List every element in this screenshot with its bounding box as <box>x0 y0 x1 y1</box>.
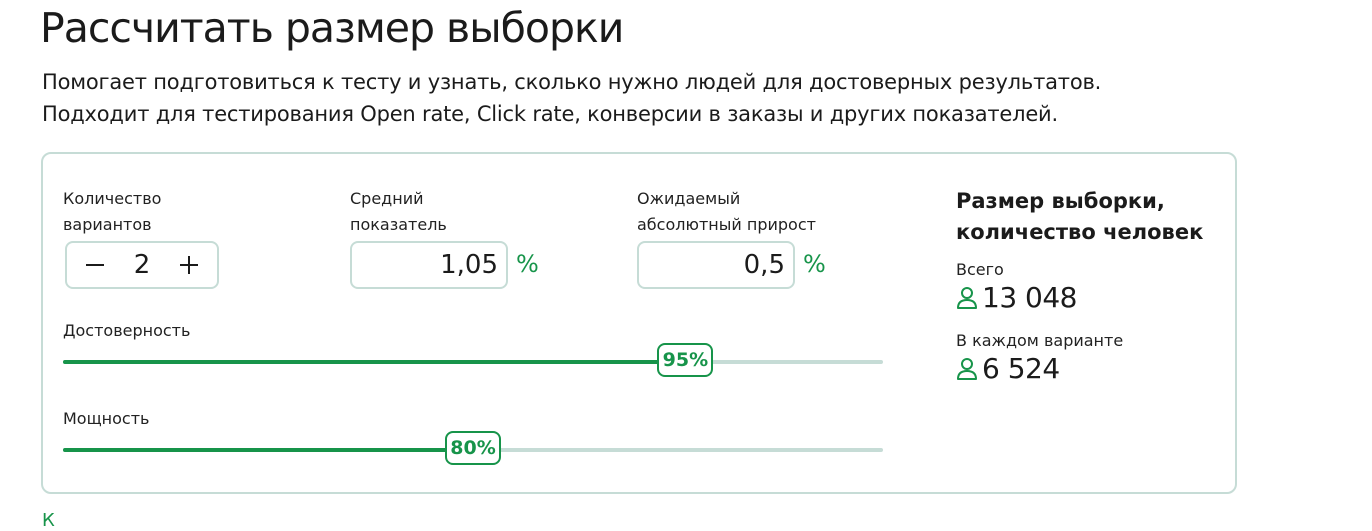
power-label: Мощность <box>63 409 150 428</box>
confidence-slider-track[interactable]: 95% <box>63 343 883 377</box>
power-slider-fill <box>63 448 473 452</box>
result-title-line-1: Размер выборки, <box>956 189 1165 213</box>
baseline-input[interactable] <box>350 241 508 289</box>
variants-label: Количество вариантов <box>63 186 161 238</box>
per-variant-value: 6 524 <box>956 352 1060 385</box>
total-value: 13 048 <box>956 281 1077 314</box>
person-icon <box>957 357 977 380</box>
uplift-label-line-2: абсолютный прирост <box>637 215 816 234</box>
description-line-1: Помогает подготовиться к тесту и узнать,… <box>42 70 1102 94</box>
variants-count: 2 <box>133 250 151 280</box>
total-number: 13 048 <box>982 281 1077 314</box>
confidence-slider-thumb[interactable]: 95% <box>657 343 714 377</box>
person-icon <box>957 286 977 309</box>
confidence-label: Достоверность <box>63 321 191 340</box>
uplift-label: Ожидаемый абсолютный прирост <box>637 186 816 238</box>
plus-icon <box>180 256 198 274</box>
per-variant-number: 6 524 <box>982 352 1060 385</box>
confidence-slider-fill <box>63 360 686 364</box>
uplift-unit: % <box>803 250 826 278</box>
increment-button[interactable] <box>167 243 211 287</box>
power-slider-track[interactable]: 80% <box>63 431 883 465</box>
result-title-line-2: количество человек <box>956 220 1204 244</box>
baseline-label-line-1: Средний <box>350 189 424 208</box>
variants-stepper: 2 <box>65 241 219 289</box>
baseline-label: Средний показатель <box>350 186 447 238</box>
total-label: Всего <box>956 260 1004 279</box>
page-description: Помогает подготовиться к тесту и узнать,… <box>42 66 1101 130</box>
baseline-unit: % <box>516 250 539 278</box>
per-variant-label: В каждом варианте <box>956 331 1124 350</box>
variants-label-line-2: вариантов <box>63 215 152 234</box>
power-slider-thumb[interactable]: 80% <box>445 431 501 465</box>
calculator-card: Количество вариантов 2 Средний показател… <box>41 152 1237 494</box>
baseline-label-line-2: показатель <box>350 215 447 234</box>
description-line-2: Подходит для тестирования Open rate, Cli… <box>42 102 1058 126</box>
uplift-label-line-1: Ожидаемый <box>637 189 741 208</box>
variants-label-line-1: Количество <box>63 189 162 208</box>
uplift-input[interactable] <box>637 241 795 289</box>
page-title: Рассчитать размер выборки <box>40 4 624 52</box>
minus-icon <box>86 264 104 266</box>
decrement-button[interactable] <box>73 243 117 287</box>
result-title: Размер выборки, количество человек <box>956 186 1203 248</box>
cut-off-link[interactable]: К <box>42 510 55 531</box>
